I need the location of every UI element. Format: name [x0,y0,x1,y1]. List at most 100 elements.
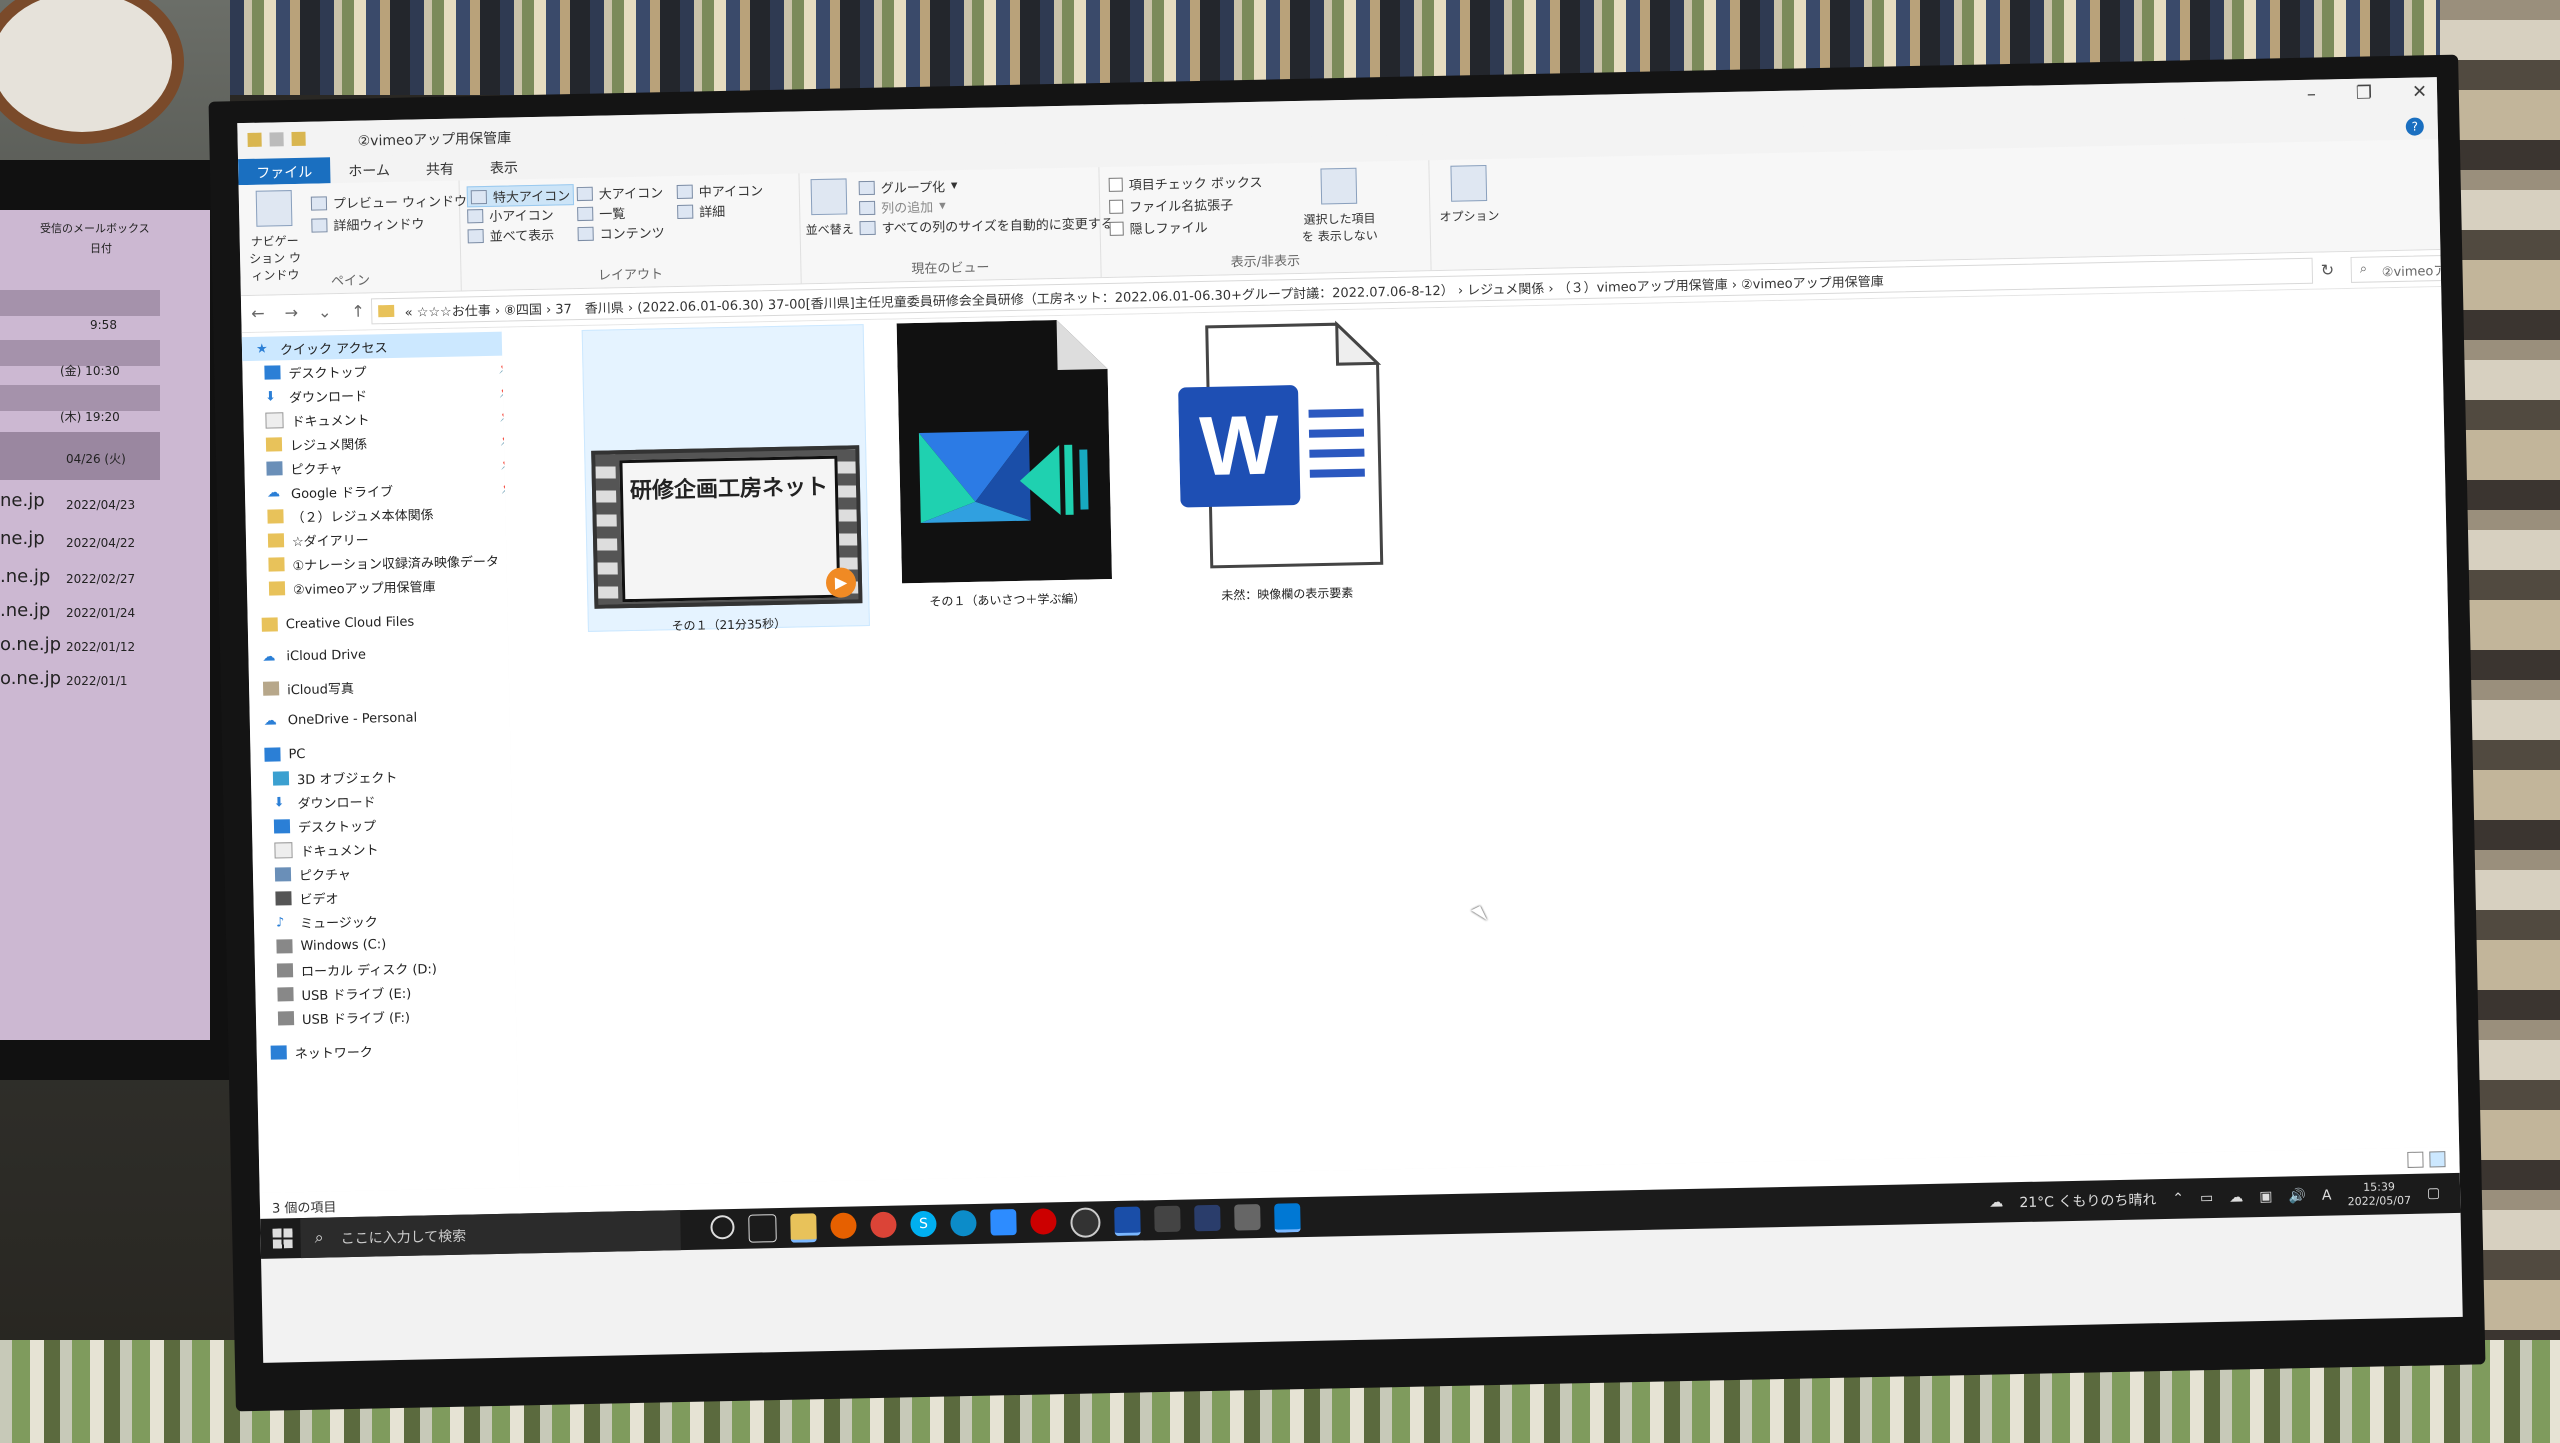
hide-selected-button[interactable]: 選択した項目を 表示しない [1298,167,1380,245]
weather-icon[interactable]: ☁ [1989,1194,2003,1210]
layout-details[interactable]: 詳細 [677,201,725,221]
close-icon[interactable]: ✕ [2412,81,2428,102]
nav-creative-cloud[interactable]: Creative Cloud Files [248,607,522,637]
notification-icon[interactable]: ▢ [2427,1185,2441,1201]
layout-small-icons[interactable]: 小アイコン [467,205,554,226]
nav-label: Windows (C:) [300,936,387,954]
outlook-icon[interactable] [1274,1203,1301,1233]
details-pane-button[interactable]: 詳細ウィンドウ [311,213,425,234]
options-label: オプション [1439,208,1500,225]
file-item-word[interactable]: W 未然：映像欄の表示要素 [1142,312,1428,618]
hidden-items-toggle[interactable]: 隠しファイル [1109,217,1208,238]
camera-icon[interactable] [1234,1203,1261,1231]
file-name: 未然：映像欄の表示要素 [1221,585,1354,603]
display-tray-icon[interactable]: ▣ [2259,1189,2273,1205]
nav-label: ダウンロード [288,389,368,406]
forward-arrow-icon[interactable]: → [284,303,298,322]
music-icon: ♪ [275,915,285,931]
group-by-button[interactable]: グループ化 ▾ [858,176,958,197]
video-editor-icon[interactable] [1154,1205,1181,1233]
add-columns-button[interactable]: 列の追加 ▾ [859,196,946,217]
volume-icon[interactable]: 🔊 [2288,1188,2306,1204]
nav-label: PC [288,746,306,762]
folder-icon[interactable] [247,132,262,147]
network-tray-icon[interactable]: ▭ [2200,1190,2214,1206]
skype-icon[interactable]: S [910,1210,937,1238]
checkbox[interactable] [1108,177,1123,192]
layout-extra-large-icons[interactable]: 特大アイコン [466,184,575,208]
file-item-video[interactable]: 研修企画工房ネット ▶ その１（21分35秒） [581,324,870,633]
file-explorer-icon[interactable] [790,1213,817,1243]
extra-large-icons-icon [470,189,487,204]
layout-large-icons[interactable]: 大アイコン [576,182,664,203]
item-checkboxes-toggle[interactable]: 項目チェック ボックス [1108,172,1263,194]
checkbox[interactable] [1109,221,1124,236]
nav-item-folder[interactable]: ②vimeoアップ用保管庫 [247,571,529,601]
screen-capture-icon[interactable] [1194,1204,1221,1232]
firefox-icon[interactable] [830,1212,857,1239]
chevron-down-icon[interactable]: ⌄ [318,302,332,321]
zoom-icon[interactable] [990,1209,1017,1236]
layout-medium-icons[interactable]: 中アイコン [676,180,763,201]
windows-start-icon[interactable] [272,1228,293,1249]
tab-share[interactable]: 共有 [408,154,473,181]
media-app-icon[interactable] [1070,1207,1101,1238]
layout-tiles[interactable]: 並べて表示 [467,225,554,246]
nav-icloud-drive[interactable]: ☁ iCloud Drive [248,639,522,669]
properties-icon[interactable] [269,132,284,147]
computer-icon [264,747,281,762]
large-icons-view-icon[interactable] [2429,1151,2446,1168]
file-name: その１（21分35秒） [671,616,787,634]
refresh-icon[interactable]: ↻ [2321,260,2335,279]
pictures-icon [266,461,283,476]
nav-onedrive[interactable]: ☁ OneDrive - Personal [250,703,524,733]
layout-list[interactable]: 一覧 [577,203,625,223]
taskbar-clock[interactable]: 15:39 2022/05/07 [2347,1180,2412,1209]
weather-text[interactable]: 21°C くもりのち晴れ [2019,1189,2156,1212]
new-folder-icon[interactable] [291,131,306,147]
file-extensions-toggle[interactable]: ファイル名拡張子 [1109,194,1233,216]
3d-objects-icon [272,771,290,786]
file-item-project[interactable]: その１（あいさつ＋学ぶ編） [862,318,1148,624]
tab-view[interactable]: 表示 [472,153,537,180]
details-view-icon[interactable] [2407,1151,2424,1168]
maximize-icon[interactable]: ❐ [2356,82,2373,103]
nav-icloud-photos[interactable]: iCloud写真 [249,671,523,701]
nav-label: レジュメ関係 [289,437,368,454]
hide-selected-label: 選択した項目を 表示しない [1301,211,1378,244]
back-arrow-icon[interactable]: ← [251,304,265,323]
icloud-icon: ☁ [262,649,276,665]
minimize-icon[interactable]: – [2307,84,2316,105]
preview-pane-button[interactable]: プレビュー ウィンドウ [310,190,467,212]
onedrive-tray-icon[interactable]: ☁ [2229,1189,2243,1205]
tab-home[interactable]: ホーム [330,156,408,184]
navigation-pane-button[interactable]: ナビゲーション ウィンドウ [245,190,305,284]
nav-item-drive-f[interactable]: USB ドライブ (F:) [256,1001,538,1031]
mail-item-band [0,290,160,316]
large-icons-icon [576,186,593,201]
cortana-icon[interactable] [710,1215,735,1240]
ime-indicator[interactable]: A [2322,1188,2332,1204]
edge-icon[interactable] [950,1209,977,1237]
folder-icon [268,557,285,572]
chrome-icon[interactable] [870,1211,897,1239]
nav-label: ☆ダイアリー [291,533,369,550]
nav-network[interactable]: ネットワーク [256,1035,530,1065]
up-arrow-icon[interactable]: ↑ [351,302,365,321]
sort-button[interactable]: 並べ替え [805,178,854,238]
size-columns-button[interactable]: すべての列のサイズを自動的に変更する [859,213,1114,237]
task-view-icon[interactable] [748,1214,777,1243]
layout-content[interactable]: コンテンツ [577,222,665,243]
options-button[interactable]: オプション [1438,165,1500,225]
taskbar-search[interactable]: ⌕ ここに入力して検索 [300,1210,681,1259]
checkbox[interactable] [1109,199,1124,214]
mail-time: (金) 10:30 [60,364,120,378]
chevron-up-icon[interactable]: ⌃ [2172,1191,2184,1207]
recorder-icon[interactable] [1030,1208,1057,1235]
nav-label: OneDrive - Personal [287,710,418,728]
show-hide-group: 項目チェック ボックス ファイル名拡張子 隠しファイル 選択した項目を 表示しな… [1098,160,1432,278]
mail-date: 2022/01/1 [66,674,128,688]
powerdirector-taskbar-icon[interactable] [1114,1206,1141,1237]
tab-file[interactable]: ファイル [238,157,331,186]
layout-item-label: 大アイコン [598,186,664,203]
